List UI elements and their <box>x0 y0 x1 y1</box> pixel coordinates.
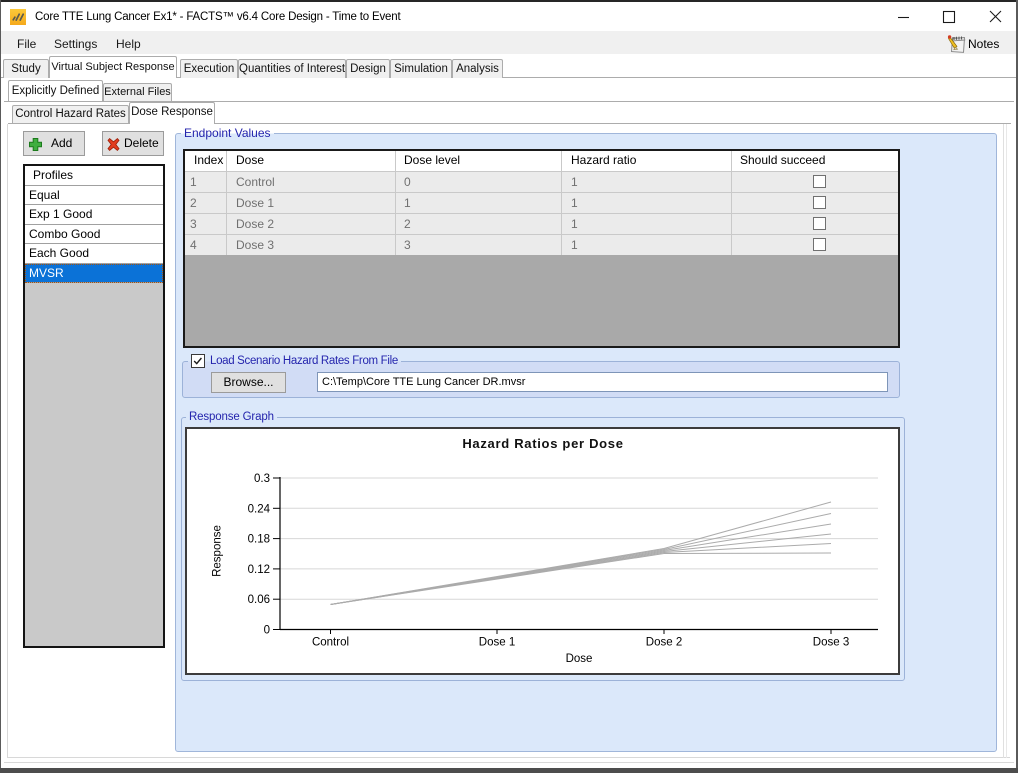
svg-text:Hazard Ratios per Dose: Hazard Ratios per Dose <box>462 436 623 451</box>
svg-text:0.3: 0.3 <box>254 473 270 485</box>
svg-text:Dose 3: Dose 3 <box>813 637 849 649</box>
svg-text:Dose: Dose <box>566 653 593 665</box>
svg-text:Response: Response <box>212 525 224 577</box>
svg-text:0.12: 0.12 <box>248 564 270 576</box>
svg-text:0.18: 0.18 <box>248 534 270 546</box>
svg-text:0.06: 0.06 <box>248 594 270 606</box>
svg-text:Control: Control <box>312 637 349 649</box>
svg-text:Dose 1: Dose 1 <box>479 637 515 649</box>
svg-text:0.24: 0.24 <box>248 503 271 515</box>
svg-text:Dose 2: Dose 2 <box>646 637 682 649</box>
svg-text:0: 0 <box>264 625 270 637</box>
